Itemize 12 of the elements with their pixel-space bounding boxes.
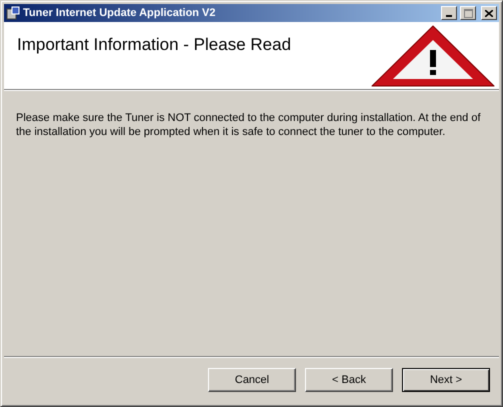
dialog-button[interactable]: < Back: [305, 368, 393, 392]
warning-message: Please make sure the Tuner is NOT connected to the computer during installation. At the end of the installation you will be prompted when it is safe to connect the tuner to the computer.: [16, 111, 482, 139]
dialog-button[interactable]: Next >: [402, 368, 490, 392]
close-button[interactable]: [481, 6, 497, 20]
close-icon: [485, 10, 493, 16]
app-icon: [6, 6, 20, 20]
minimize-button[interactable]: [441, 6, 457, 20]
maximize-button[interactable]: [460, 6, 476, 20]
maximize-icon: [464, 8, 472, 18]
header-title: Important Information - Please Read: [17, 35, 292, 55]
dialog-button[interactable]: Cancel: [208, 368, 296, 392]
window-title: Tuner Internet Update Application V2: [23, 7, 217, 19]
